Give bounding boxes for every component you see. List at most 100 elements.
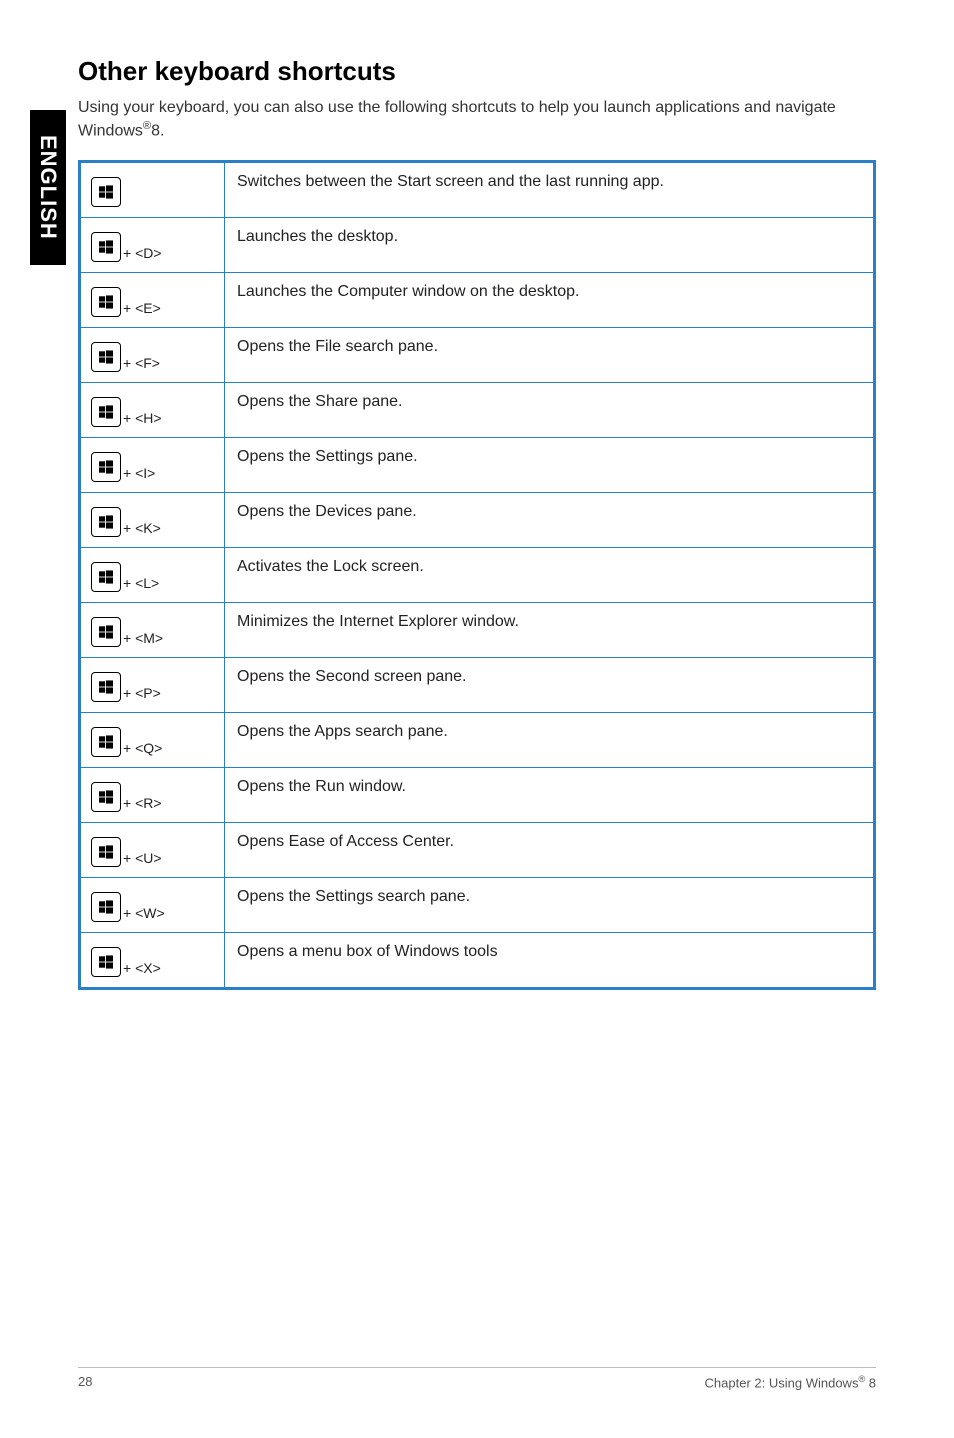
key-combo	[91, 177, 214, 207]
key-modifier: + <U>	[123, 850, 162, 867]
shortcut-key-cell: + <W>	[80, 877, 225, 932]
key-modifier: + <W>	[123, 905, 165, 922]
shortcut-description: Opens a menu box of Windows tools	[225, 932, 875, 988]
shortcut-key-cell: + <H>	[80, 382, 225, 437]
shortcut-key-cell: + <E>	[80, 272, 225, 327]
windows-key-icon	[91, 947, 121, 977]
key-combo: + <X>	[91, 947, 214, 977]
shortcut-description: Launches the Computer window on the desk…	[225, 272, 875, 327]
key-combo: + <M>	[91, 617, 214, 647]
shortcut-description: Opens the File search pane.	[225, 327, 875, 382]
shortcut-description: Launches the desktop.	[225, 217, 875, 272]
shortcuts-table: Switches between the Start screen and th…	[78, 160, 876, 990]
windows-key-icon	[91, 672, 121, 702]
key-combo: + <R>	[91, 782, 214, 812]
shortcut-key-cell: + <X>	[80, 932, 225, 988]
intro-text-post: 8.	[151, 122, 164, 139]
shortcut-description: Switches between the Start screen and th…	[225, 161, 875, 217]
shortcut-description: Opens the Run window.	[225, 767, 875, 822]
key-modifier: + <R>	[123, 795, 162, 812]
shortcut-description: Opens the Settings search pane.	[225, 877, 875, 932]
windows-key-icon	[91, 177, 121, 207]
windows-key-icon	[91, 782, 121, 812]
key-modifier: + <L>	[123, 575, 159, 592]
shortcut-description: Opens the Share pane.	[225, 382, 875, 437]
key-combo: + <Q>	[91, 727, 214, 757]
key-modifier: + <D>	[123, 245, 162, 262]
windows-key-icon	[91, 562, 121, 592]
shortcut-description: Activates the Lock screen.	[225, 547, 875, 602]
key-modifier: + <I>	[123, 465, 155, 482]
key-modifier: + <E>	[123, 300, 161, 317]
section-heading: Other keyboard shortcuts	[78, 56, 876, 87]
windows-key-icon	[91, 727, 121, 757]
shortcut-key-cell: + <F>	[80, 327, 225, 382]
key-combo: + <P>	[91, 672, 214, 702]
chapter-pre: Chapter 2: Using Windows	[705, 1375, 859, 1390]
key-combo: + <H>	[91, 397, 214, 427]
shortcut-description: Opens Ease of Access Center.	[225, 822, 875, 877]
table-row: + <W> Opens the Settings search pane.	[80, 877, 875, 932]
key-combo: + <I>	[91, 452, 214, 482]
chapter-post: 8	[865, 1375, 876, 1390]
key-combo: + <W>	[91, 892, 214, 922]
shortcut-description: Opens the Apps search pane.	[225, 712, 875, 767]
chapter-label: Chapter 2: Using Windows® 8	[705, 1374, 876, 1390]
shortcut-key-cell: + <Q>	[80, 712, 225, 767]
key-combo: + <F>	[91, 342, 214, 372]
key-combo: + <E>	[91, 287, 214, 317]
table-row: + <Q> Opens the Apps search pane.	[80, 712, 875, 767]
windows-key-icon	[91, 452, 121, 482]
shortcut-key-cell: + <D>	[80, 217, 225, 272]
table-row: + <I> Opens the Settings pane.	[80, 437, 875, 492]
key-modifier: + <H>	[123, 410, 162, 427]
shortcut-key-cell: + <P>	[80, 657, 225, 712]
windows-key-icon	[91, 507, 121, 537]
key-combo: + <U>	[91, 837, 214, 867]
windows-key-icon	[91, 287, 121, 317]
shortcut-key-cell	[80, 161, 225, 217]
table-row: + <L> Activates the Lock screen.	[80, 547, 875, 602]
table-row: + <K> Opens the Devices pane.	[80, 492, 875, 547]
intro-registered: ®	[143, 120, 151, 132]
key-modifier: + <F>	[123, 355, 160, 372]
shortcut-key-cell: + <I>	[80, 437, 225, 492]
windows-key-icon	[91, 892, 121, 922]
windows-key-icon	[91, 617, 121, 647]
table-row: + <P> Opens the Second screen pane.	[80, 657, 875, 712]
shortcut-key-cell: + <L>	[80, 547, 225, 602]
key-combo: + <D>	[91, 232, 214, 262]
table-row: + <F> Opens the File search pane.	[80, 327, 875, 382]
key-modifier: + <K>	[123, 520, 161, 537]
windows-key-icon	[91, 837, 121, 867]
intro-text-pre: Using your keyboard, you can also use th…	[78, 99, 836, 139]
table-row: + <H> Opens the Share pane.	[80, 382, 875, 437]
shortcut-description: Opens the Settings pane.	[225, 437, 875, 492]
table-row: + <D> Launches the desktop.	[80, 217, 875, 272]
key-combo: + <K>	[91, 507, 214, 537]
table-row: + <E> Launches the Computer window on the…	[80, 272, 875, 327]
table-row: + <U> Opens Ease of Access Center.	[80, 822, 875, 877]
page-footer: 28 Chapter 2: Using Windows® 8	[78, 1367, 876, 1390]
windows-key-icon	[91, 342, 121, 372]
key-combo: + <L>	[91, 562, 214, 592]
windows-key-icon	[91, 232, 121, 262]
shortcut-key-cell: + <U>	[80, 822, 225, 877]
shortcut-key-cell: + <R>	[80, 767, 225, 822]
shortcut-description: Minimizes the Internet Explorer window.	[225, 602, 875, 657]
key-modifier: + <Q>	[123, 740, 162, 757]
intro-paragraph: Using your keyboard, you can also use th…	[78, 97, 876, 142]
page-number: 28	[78, 1374, 92, 1390]
key-modifier: + <X>	[123, 960, 161, 977]
table-row: + <X> Opens a menu box of Windows tools	[80, 932, 875, 988]
shortcut-key-cell: + <K>	[80, 492, 225, 547]
shortcut-description: Opens the Devices pane.	[225, 492, 875, 547]
windows-key-icon	[91, 397, 121, 427]
table-row: + <M> Minimizes the Internet Explorer win…	[80, 602, 875, 657]
shortcut-key-cell: + <M>	[80, 602, 225, 657]
key-modifier: + <P>	[123, 685, 161, 702]
table-row: Switches between the Start screen and th…	[80, 161, 875, 217]
shortcut-description: Opens the Second screen pane.	[225, 657, 875, 712]
key-modifier: + <M>	[123, 630, 163, 647]
table-row: + <R> Opens the Run window.	[80, 767, 875, 822]
